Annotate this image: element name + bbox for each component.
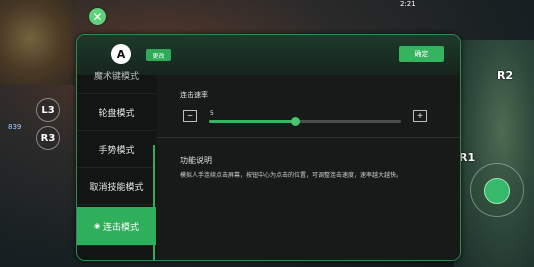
sidebar-item-magic[interactable]: 魔术键模式 [77, 57, 156, 94]
sidebar-item-cancel-skill[interactable]: 取消技能模式 [77, 168, 156, 205]
l3-button[interactable]: L3 [36, 98, 60, 122]
mode-sidebar: 魔术键模式 轮盘模式 手势模式 取消技能模式 ◉ 连击模式 [77, 72, 156, 260]
r1-label[interactable]: R1 [459, 151, 475, 164]
slider-fill [209, 120, 296, 123]
sidebar-item-label: 连击模式 [103, 222, 140, 233]
sidebar-item-gesture[interactable]: 手势模式 [77, 131, 156, 168]
increase-button[interactable]: + [413, 110, 427, 122]
minus-icon: − [187, 110, 193, 122]
close-icon[interactable]: ✕ [89, 8, 106, 25]
radio-icon: ◉ [93, 222, 101, 230]
plus-icon: + [417, 110, 423, 122]
info-description: 模拟人手连续点击屏幕，按钮中心为点击的位置，可调整连击速度，速率越大越快。 [180, 172, 403, 179]
r2-label[interactable]: R2 [497, 69, 513, 82]
sidebar-item-label: 魔术键模式 [93, 71, 139, 82]
confirm-button[interactable]: 确定 [399, 46, 444, 62]
r3-button[interactable]: R3 [36, 126, 60, 150]
sidebar-item-label: 手势模式 [98, 145, 135, 156]
key-mode-panel: A 更改 确定 魔术键模式 轮盘模式 手势模式 取消技能模式 ◉ 连击模式 [76, 34, 461, 261]
sidebar-item-combo[interactable]: ◉ 连击模式 [77, 207, 156, 246]
sidebar-item-label: 轮盘模式 [98, 108, 135, 119]
rate-title: 连击速率 [180, 91, 208, 99]
sidebar-item-wheel[interactable]: 轮盘模式 [77, 94, 156, 131]
minimap [0, 0, 75, 85]
sidebar-scrollbar[interactable] [153, 145, 155, 260]
rate-section [157, 75, 460, 138]
decrease-button[interactable]: − [183, 110, 197, 122]
sidebar-item-label: 取消技能模式 [89, 182, 144, 193]
coin-count: 839 [8, 123, 22, 131]
top-timer: 2:21 [400, 0, 416, 8]
info-title: 功能说明 [180, 156, 212, 165]
joystick-knob[interactable] [484, 178, 510, 204]
rate-value: 5 [210, 110, 214, 117]
rate-slider[interactable] [209, 117, 401, 126]
